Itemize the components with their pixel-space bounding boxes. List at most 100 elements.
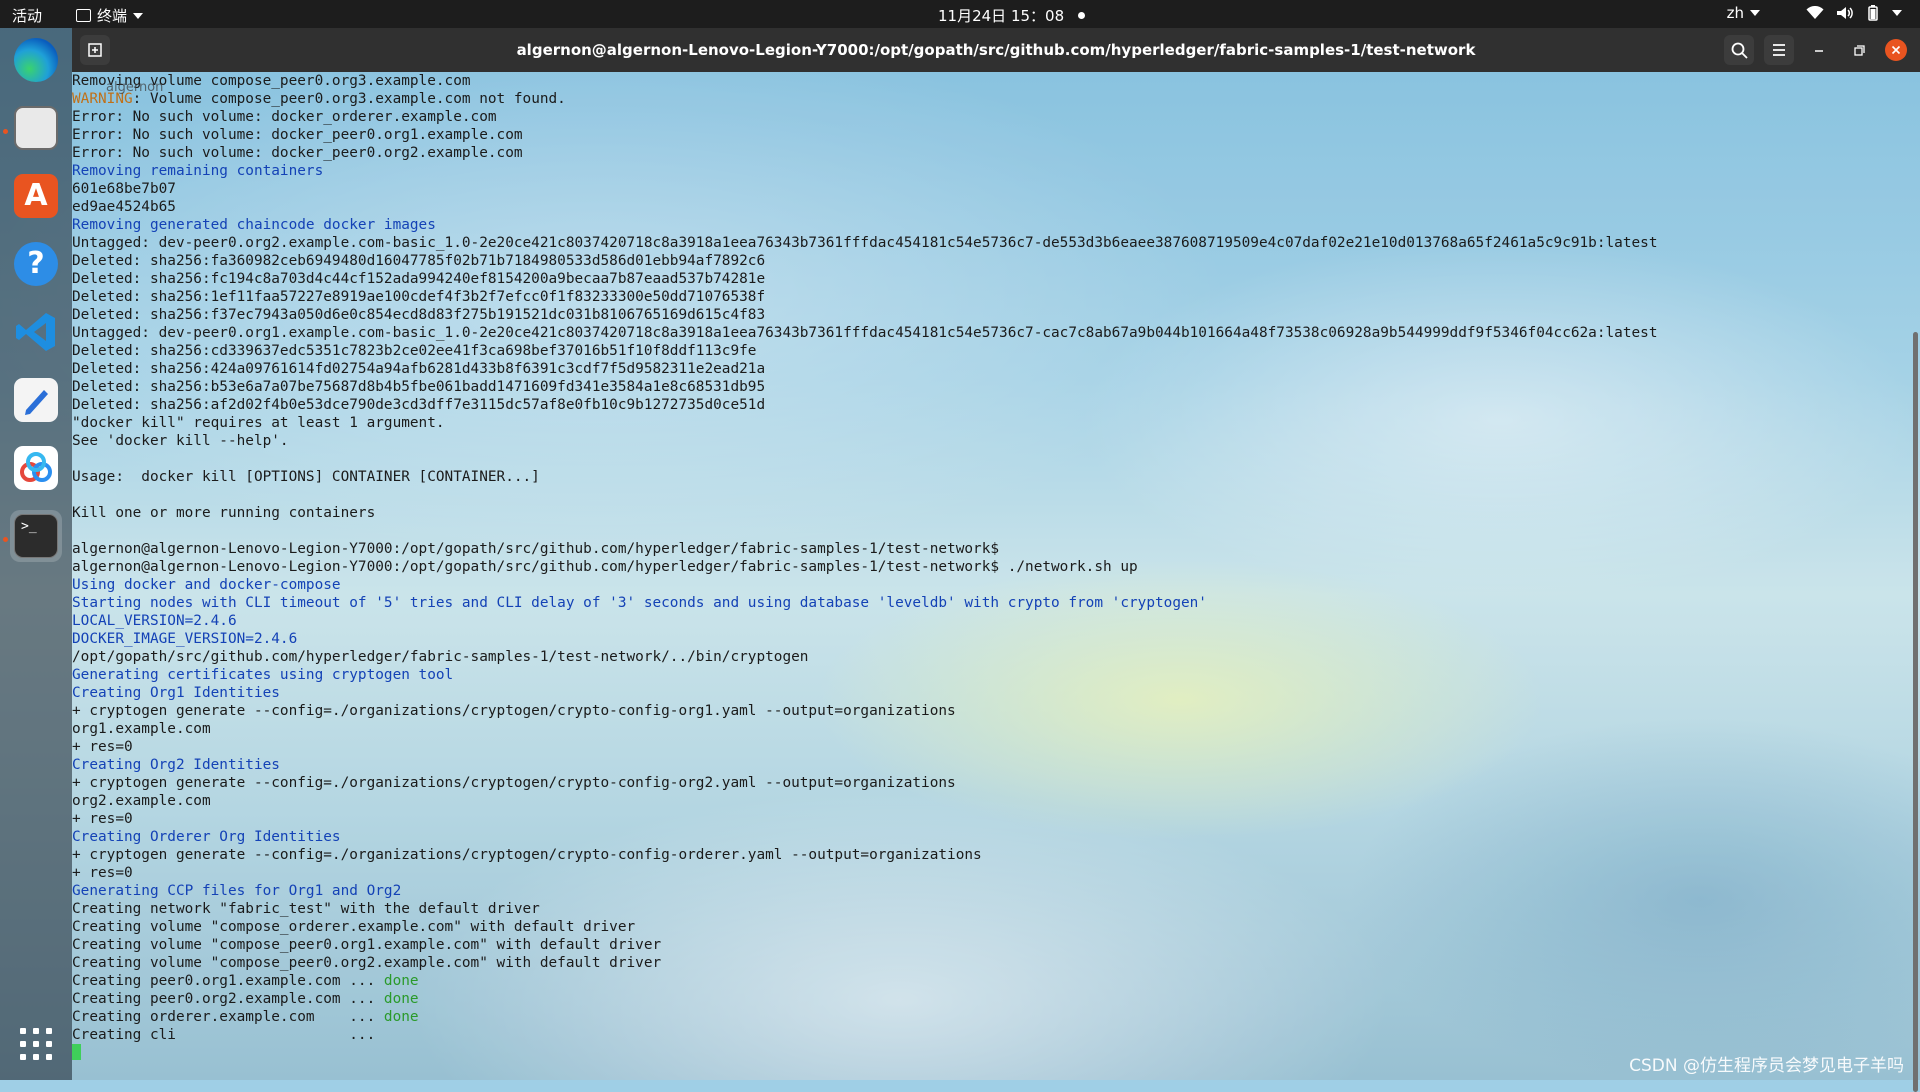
terminal-line: Deleted: sha256:fa360982ceb6949480d16047… (72, 252, 1658, 270)
notification-dot-icon (1078, 12, 1086, 19)
terminal-output: Removing volume compose_peer0.org3.examp… (72, 72, 1658, 1062)
dock-item-baidu-netdisk[interactable] (10, 442, 62, 494)
running-indicator (3, 129, 8, 134)
terminal-line (72, 1044, 1658, 1062)
edge-icon (14, 38, 58, 82)
dock-item-files[interactable] (10, 102, 62, 154)
input-method-label: zh (1726, 4, 1744, 22)
terminal-text: Deleted: sha256:f37ec7943a050d6e0c854ecd… (72, 307, 766, 323)
menu-button[interactable] (1764, 35, 1794, 65)
software-store-icon: A (14, 174, 58, 218)
terminal-text: Kill one or more running containers (72, 505, 376, 521)
terminal-line: Usage: docker kill [OPTIONS] CONTAINER [… (72, 468, 1658, 486)
input-method-menu[interactable]: zh (1727, 4, 1760, 22)
terminal-line: Removing volume compose_peer0.org3.examp… (72, 72, 1658, 90)
terminal-text: 601e68be7b07 (72, 181, 176, 197)
close-button[interactable] (1885, 39, 1907, 61)
minimize-icon (1815, 50, 1823, 52)
window-title: algernon@algernon-Lenovo-Legion-Y7000:/o… (516, 41, 1476, 59)
terminal-text: ed9ae4524b65 (72, 199, 176, 215)
terminal-text: Deleted: sha256:af2d02f4b0e53dce790de3cd… (72, 397, 766, 413)
terminal-line: LOCAL_VERSION=2.4.6 (72, 612, 1658, 630)
terminal-text: Creating volume "compose_peer0.org2.exam… (72, 955, 662, 971)
terminal-line: Creating volume "compose_orderer.example… (72, 918, 1658, 936)
terminal-line: + res=0 (72, 810, 1658, 828)
terminal-text: Untagged: dev-peer0.org1.example.com-bas… (72, 325, 1658, 341)
terminal-line: Deleted: sha256:f37ec7943a050d6e0c854ecd… (72, 306, 1658, 324)
system-menu[interactable] (1806, 5, 1902, 21)
terminal-text: + res=0 (72, 739, 133, 755)
terminal-line: + cryptogen generate --config=./organiza… (72, 702, 1658, 720)
terminal-text: Deleted: sha256:1ef11faa57227e8919ae100c… (72, 289, 766, 305)
minimize-button[interactable] (1804, 35, 1834, 65)
terminal-text: + res=0 (72, 811, 133, 827)
terminal-line: Creating orderer.example.com ... done (72, 1008, 1658, 1026)
terminal-line: Creating volume "compose_peer0.org1.exam… (72, 936, 1658, 954)
terminal-line: "docker kill" requires at least 1 argume… (72, 414, 1658, 432)
terminal-text: done (383, 991, 419, 1007)
terminal-line: Removing remaining containers (72, 162, 1658, 180)
terminal-line: algernon@algernon-Lenovo-Legion-Y7000:/o… (72, 558, 1658, 576)
terminal-text: Error: No such volume: docker_peer0.org2… (72, 145, 523, 161)
terminal-text: + cryptogen generate --config=./organiza… (72, 775, 956, 791)
terminal-line: Using docker and docker-compose (72, 576, 1658, 594)
terminal-text: algernon@algernon-Lenovo-Legion-Y7000:/o… (72, 541, 1000, 557)
terminal-line: org1.example.com (72, 720, 1658, 738)
terminal-text: Creating Org2 Identities (72, 757, 280, 773)
terminal-line: Deleted: sha256:cd339637edc5351c7823b2ce… (72, 342, 1658, 360)
terminal-text: Deleted: sha256:fa360982ceb6949480d16047… (72, 253, 766, 269)
text-cursor (72, 1044, 81, 1060)
terminal-line: + cryptogen generate --config=./organiza… (72, 774, 1658, 792)
dock-item-edge[interactable] (10, 34, 62, 86)
terminal-text: Creating volume "compose_peer0.org1.exam… (72, 937, 662, 953)
terminal-text: Deleted: sha256:424a09761614fd02754a94af… (72, 361, 766, 377)
terminal-text: + cryptogen generate --config=./organiza… (72, 847, 982, 863)
chevron-down-icon (1892, 10, 1902, 16)
show-apps-button[interactable] (10, 1018, 62, 1070)
wifi-icon (1806, 6, 1824, 19)
terminal-small-icon (76, 9, 91, 22)
terminal-text: Deleted: sha256:b53e6a7a07be75687d8b4b5f… (72, 379, 766, 395)
terminal-text: Untagged: dev-peer0.org2.example.com-bas… (72, 235, 1658, 251)
dock-item-text-editor[interactable] (10, 374, 62, 426)
terminal-line: Deleted: sha256:1ef11faa57227e8919ae100c… (72, 288, 1658, 306)
restore-button[interactable] (1844, 35, 1874, 65)
chevron-down-icon (1750, 10, 1760, 16)
scrollbar[interactable] (1913, 332, 1918, 1092)
dock-item-vscode[interactable] (10, 306, 62, 358)
search-button[interactable] (1724, 35, 1754, 65)
terminal-text: Creating network "fabric_test" with the … (72, 901, 540, 917)
terminal-text: Creating peer0.org2.example.com ... (72, 991, 384, 1007)
top-bar: 活动 终端 11月24日 15：08 zh (0, 0, 1920, 28)
terminal-window: algernon@algernon-Lenovo-Legion-Y7000:/o… (72, 28, 1920, 1092)
terminal-text: done (383, 1009, 419, 1025)
terminal-text: "docker kill" requires at least 1 argume… (72, 415, 445, 431)
files-icon (14, 106, 58, 150)
app-menu[interactable]: 终端 (76, 5, 144, 26)
terminal-text: done (383, 973, 419, 989)
terminal-text: org2.example.com (72, 793, 211, 809)
terminal-line: Creating cli ... (72, 1026, 1658, 1044)
terminal-text: Starting nodes with CLI timeout of '5' t… (72, 595, 1207, 611)
dock-item-terminal[interactable]: >_ (10, 510, 62, 562)
chevron-down-icon (133, 12, 144, 19)
restore-icon (1854, 45, 1865, 56)
clock[interactable]: 11月24日 15：08 (938, 5, 1086, 26)
dock-item-software[interactable]: A (10, 170, 62, 222)
activities-button[interactable]: 活动 (12, 5, 42, 26)
dock: A ? >_ (0, 28, 72, 1080)
terminal-line: /opt/gopath/src/github.com/hyperledger/f… (72, 648, 1658, 666)
terminal-text: Creating cli ... (72, 1027, 376, 1043)
running-indicator (3, 537, 8, 542)
terminal-output-area[interactable]: Removing volume compose_peer0.org3.examp… (72, 72, 1920, 1092)
terminal-line: Starting nodes with CLI timeout of '5' t… (72, 594, 1658, 612)
dock-item-help[interactable]: ? (10, 238, 62, 290)
window-titlebar[interactable]: algernon@algernon-Lenovo-Legion-Y7000:/o… (72, 28, 1920, 72)
terminal-text: Deleted: sha256:cd339637edc5351c7823b2ce… (72, 343, 757, 359)
terminal-text: See 'docker kill --help'. (72, 433, 289, 449)
terminal-line: Error: No such volume: docker_peer0.org1… (72, 126, 1658, 144)
terminal-line: + cryptogen generate --config=./organiza… (72, 846, 1658, 864)
terminal-line: Creating Orderer Org Identities (72, 828, 1658, 846)
terminal-line: Deleted: sha256:b53e6a7a07be75687d8b4b5f… (72, 378, 1658, 396)
